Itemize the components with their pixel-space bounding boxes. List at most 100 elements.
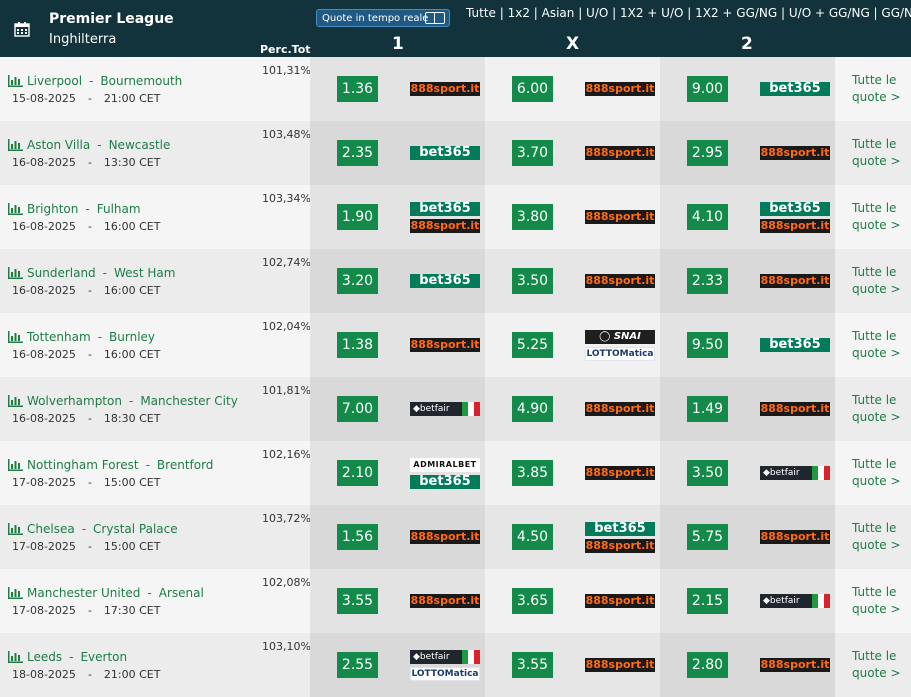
away-team-link[interactable]: Arsenal xyxy=(159,586,204,600)
odds-1-value[interactable]: 7.00 xyxy=(337,396,378,422)
bookmaker-888sport-logo[interactable]: 888sport.it xyxy=(410,82,480,96)
away-team-link[interactable]: Newcastle xyxy=(109,138,171,152)
odds-1-value[interactable]: 2.35 xyxy=(337,140,378,166)
odds-2-value[interactable]: 2.95 xyxy=(687,140,728,166)
bookmaker-888sport-logo[interactable]: 888sport.it xyxy=(585,466,655,480)
odds-1-value[interactable]: 2.10 xyxy=(337,460,378,486)
away-team-link[interactable]: Burnley xyxy=(109,330,155,344)
stats-chart-icon[interactable] xyxy=(8,395,23,407)
home-team-link[interactable]: Wolverhampton xyxy=(27,394,122,408)
odds-2-value[interactable]: 3.50 xyxy=(687,460,728,486)
away-team-link[interactable]: West Ham xyxy=(114,266,175,280)
bookmaker-888sport-logo[interactable]: 888sport.it xyxy=(585,658,655,672)
bookmaker-betfair-logo[interactable]: ◆ betfair xyxy=(760,466,830,480)
home-team-link[interactable]: Aston Villa xyxy=(27,138,90,152)
stats-chart-icon[interactable] xyxy=(8,203,23,215)
bookmaker-888sport-logo[interactable]: 888sport.it xyxy=(760,530,830,544)
odds-x-value[interactable]: 4.90 xyxy=(512,396,553,422)
odds-2-value[interactable]: 1.49 xyxy=(687,396,728,422)
calendar-icon[interactable] xyxy=(0,0,43,57)
all-odds-link[interactable]: Tutte le quote > xyxy=(852,72,901,106)
bookmaker-bet365-logo[interactable]: bet365 xyxy=(410,146,480,160)
bookmaker-888sport-logo[interactable]: 888sport.it xyxy=(410,338,480,352)
bookmaker-888sport-logo[interactable]: 888sport.it xyxy=(760,402,830,416)
odds-x-value[interactable]: 3.85 xyxy=(512,460,553,486)
stats-chart-icon[interactable] xyxy=(8,523,23,535)
odds-x-value[interactable]: 3.55 xyxy=(512,652,553,678)
odds-x-value[interactable]: 3.65 xyxy=(512,588,553,614)
bookmaker-888sport-logo[interactable]: 888sport.it xyxy=(585,146,655,160)
all-odds-link[interactable]: Tutte le quote > xyxy=(852,584,901,618)
bookmaker-admiralbet-logo[interactable]: ADMIRALBET xyxy=(410,458,480,472)
away-team-link[interactable]: Manchester City xyxy=(140,394,238,408)
odds-x-value[interactable]: 6.00 xyxy=(512,76,553,102)
stats-chart-icon[interactable] xyxy=(8,587,23,599)
bookmaker-888sport-logo[interactable]: 888sport.it xyxy=(760,219,830,233)
all-odds-link[interactable]: Tutte le quote > xyxy=(852,328,901,362)
stats-chart-icon[interactable] xyxy=(8,75,23,87)
odds-1-value[interactable]: 1.56 xyxy=(337,524,378,550)
odds-x-value[interactable]: 3.50 xyxy=(512,268,553,294)
odds-2-value[interactable]: 9.50 xyxy=(687,332,728,358)
home-team-link[interactable]: Sunderland xyxy=(27,266,96,280)
bookmaker-888sport-logo[interactable]: 888sport.it xyxy=(585,539,655,553)
all-odds-link[interactable]: Tutte le quote > xyxy=(852,264,901,298)
stats-chart-icon[interactable] xyxy=(8,139,23,151)
all-odds-link[interactable]: Tutte le quote > xyxy=(852,648,901,682)
all-odds-link[interactable]: Tutte le quote > xyxy=(852,392,901,426)
stats-chart-icon[interactable] xyxy=(8,651,23,663)
odds-x-value[interactable]: 4.50 xyxy=(512,524,553,550)
toggle-switch-icon[interactable] xyxy=(425,12,445,24)
home-team-link[interactable]: Brighton xyxy=(27,202,78,216)
stats-chart-icon[interactable] xyxy=(8,331,23,343)
bookmaker-888sport-logo[interactable]: 888sport.it xyxy=(760,274,830,288)
away-team-link[interactable]: Crystal Palace xyxy=(93,522,178,536)
bookmaker-lottomatica-logo[interactable]: LOTTOMatica xyxy=(410,667,480,681)
away-team-link[interactable]: Brentford xyxy=(157,458,214,472)
odds-2-value[interactable]: 9.00 xyxy=(687,76,728,102)
odds-1-value[interactable]: 1.90 xyxy=(337,204,378,230)
bookmaker-betfair-logo[interactable]: ◆ betfair xyxy=(410,650,480,664)
away-team-link[interactable]: Everton xyxy=(80,650,127,664)
stats-chart-icon[interactable] xyxy=(8,459,23,471)
bookmaker-bet365-logo[interactable]: bet365 xyxy=(760,338,830,352)
home-team-link[interactable]: Liverpool xyxy=(27,74,82,88)
bookmaker-888sport-logo[interactable]: 888sport.it xyxy=(585,274,655,288)
all-odds-link[interactable]: Tutte le quote > xyxy=(852,520,901,554)
odds-2-value[interactable]: 2.15 xyxy=(687,588,728,614)
odds-2-value[interactable]: 5.75 xyxy=(687,524,728,550)
bookmaker-888sport-logo[interactable]: 888sport.it xyxy=(410,594,480,608)
odds-x-value[interactable]: 5.25 xyxy=(512,332,553,358)
bookmaker-888sport-logo[interactable]: 888sport.it xyxy=(585,402,655,416)
all-odds-link[interactable]: Tutte le quote > xyxy=(852,200,901,234)
home-team-link[interactable]: Manchester United xyxy=(27,586,140,600)
odds-1-value[interactable]: 3.55 xyxy=(337,588,378,614)
bookmaker-888sport-logo[interactable]: 888sport.it xyxy=(585,82,655,96)
bookmaker-snai-logo[interactable]: ◯ SNAI xyxy=(585,330,655,344)
bookmaker-bet365-logo[interactable]: bet365 xyxy=(410,475,480,489)
bookmaker-888sport-logo[interactable]: 888sport.it xyxy=(410,530,480,544)
all-odds-link[interactable]: Tutte le quote > xyxy=(852,456,901,490)
home-team-link[interactable]: Leeds xyxy=(27,650,62,664)
bookmaker-888sport-logo[interactable]: 888sport.it xyxy=(760,658,830,672)
odds-x-value[interactable]: 3.80 xyxy=(512,204,553,230)
market-filter-links[interactable]: Tutte | 1x2 | Asian | U/O | 1X2 + U/O | … xyxy=(466,6,911,20)
bookmaker-betfair-logo[interactable]: ◆ betfair xyxy=(410,402,480,416)
bookmaker-888sport-logo[interactable]: 888sport.it xyxy=(410,219,480,233)
bookmaker-bet365-logo[interactable]: bet365 xyxy=(760,202,830,216)
odds-2-value[interactable]: 2.80 xyxy=(687,652,728,678)
away-team-link[interactable]: Bournemouth xyxy=(100,74,182,88)
odds-1-value[interactable]: 2.55 xyxy=(337,652,378,678)
live-odds-toggle[interactable]: Quote in tempo reale xyxy=(316,9,450,27)
bookmaker-bet365-logo[interactable]: bet365 xyxy=(760,82,830,96)
away-team-link[interactable]: Fulham xyxy=(97,202,141,216)
bookmaker-bet365-logo[interactable]: bet365 xyxy=(585,522,655,536)
bookmaker-bet365-logo[interactable]: bet365 xyxy=(410,274,480,288)
home-team-link[interactable]: Chelsea xyxy=(27,522,75,536)
odds-2-value[interactable]: 2.33 xyxy=(687,268,728,294)
odds-1-value[interactable]: 3.20 xyxy=(337,268,378,294)
home-team-link[interactable]: Tottenham xyxy=(27,330,91,344)
all-odds-link[interactable]: Tutte le quote > xyxy=(852,136,901,170)
odds-1-value[interactable]: 1.38 xyxy=(337,332,378,358)
bookmaker-888sport-logo[interactable]: 888sport.it xyxy=(585,594,655,608)
